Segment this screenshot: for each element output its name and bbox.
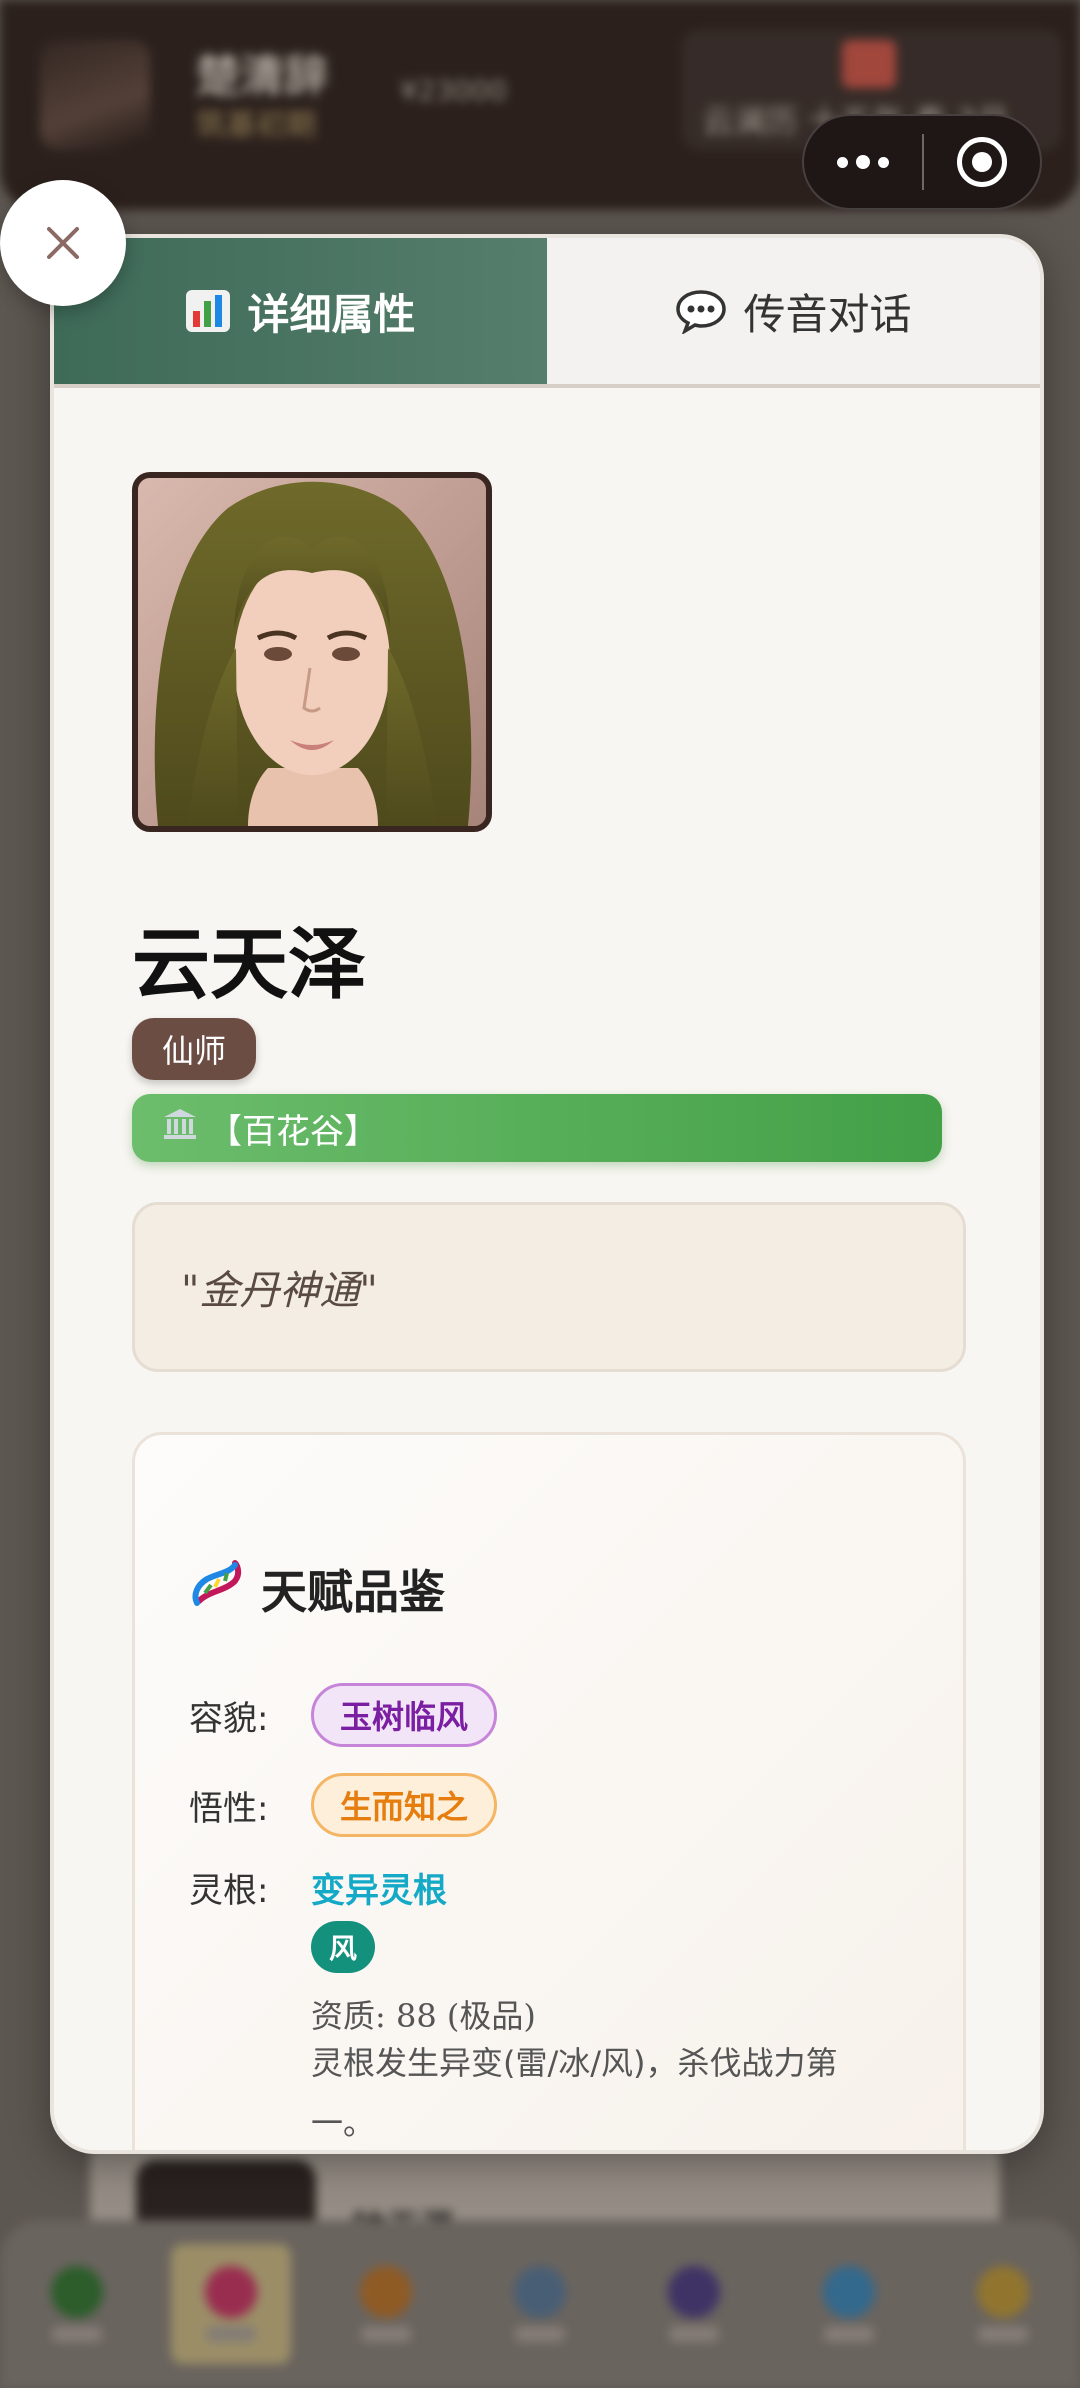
sect-name: 【百花谷】 — [208, 1111, 378, 1152]
more-options-button[interactable] — [804, 116, 922, 208]
talent-title: 天赋品鉴 — [189, 1555, 445, 1622]
tab-chat[interactable]: 传音对话 — [547, 238, 1040, 384]
comprehension-tag: 生而知之 — [311, 1773, 498, 1837]
capsule-menu — [802, 114, 1042, 210]
looks-value-wrap: 玉树临风 — [311, 1683, 498, 1747]
root-label: 灵根: — [189, 1871, 269, 1911]
bar-chart-icon — [185, 289, 231, 333]
dna-icon — [189, 1555, 245, 1622]
modal-tabs: 详细属性 传音对话 — [54, 238, 1040, 388]
character-quote: "金丹神通" — [132, 1202, 966, 1372]
root-value: 变异灵根 — [311, 1871, 447, 1911]
dot-icon — [878, 156, 889, 168]
tab-attributes[interactable]: 详细属性 — [54, 238, 547, 384]
tab-label: 详细属性 — [247, 289, 416, 339]
temple-icon — [162, 1107, 198, 1150]
looks-tag: 玉树临风 — [311, 1683, 498, 1747]
aptitude-text: 资质: 88 (极品) — [311, 1997, 536, 2035]
element-badge: 风 — [311, 1921, 375, 1973]
comprehension-value-wrap: 生而知之 — [311, 1773, 498, 1837]
dot-icon — [837, 156, 848, 168]
dot-icon — [856, 155, 870, 169]
close-icon — [47, 227, 79, 259]
attributes-panel: 云天泽 仙师 【百花谷】 "金丹神通" 天赋品鉴 容貌: 玉树临风 悟性: 生而… — [54, 392, 1040, 2150]
talent-title-text: 天赋品鉴 — [261, 1564, 445, 1619]
close-miniprogram-button[interactable] — [924, 116, 1040, 208]
tab-label: 传音对话 — [743, 289, 912, 339]
character-name: 云天泽 — [132, 920, 367, 1010]
comprehension-row: 悟性: — [189, 1773, 268, 1837]
talent-card: 天赋品鉴 容貌: 玉树临风 悟性: 生而知之 灵根: 变异灵根 风 资质: 88… — [132, 1432, 966, 2150]
speech-bubble-icon — [675, 288, 727, 334]
root-description: 灵根发生异变(雷/冰/风)，杀伐战力第一。 — [311, 2044, 838, 2142]
target-icon — [957, 137, 1007, 187]
target-dot — [972, 152, 992, 172]
comprehension-label: 悟性: — [189, 1788, 269, 1829]
character-detail-modal: 详细属性 传音对话 云天泽 仙师 【百花谷】 "金丹神通" 天赋品鉴 容貌: 玉… — [50, 234, 1044, 2154]
character-portrait — [132, 472, 492, 832]
close-modal-button[interactable] — [0, 180, 126, 306]
looks-label: 容貌: — [189, 1698, 269, 1739]
looks-row: 容貌: — [189, 1683, 268, 1747]
role-badge: 仙师 — [132, 1018, 257, 1080]
sect-bar[interactable]: 【百花谷】 — [132, 1094, 942, 1162]
